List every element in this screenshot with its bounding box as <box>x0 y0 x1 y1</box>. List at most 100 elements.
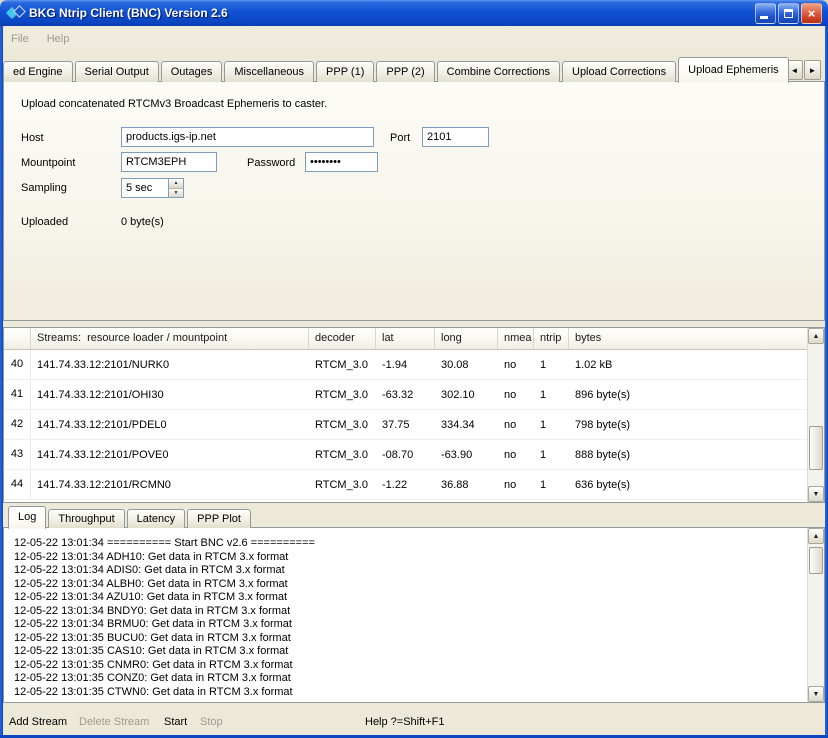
ntrip-cell: 1 <box>534 449 569 461</box>
lat-cell: -1.22 <box>376 479 435 491</box>
log-line: 12-05-22 13:01:34 BRMU0: Get data in RTC… <box>14 618 804 632</box>
header-long[interactable]: long <box>435 328 498 349</box>
app-icon <box>7 4 25 22</box>
log-line: 12-05-22 13:01:35 CONZ0: Get data in RTC… <box>14 672 804 686</box>
stream-cell: 141.74.33.12:2101/RCMN0 <box>31 479 309 491</box>
lat-cell: -1.94 <box>376 359 435 371</box>
tab-throughput[interactable]: Throughput <box>48 509 124 528</box>
tab-ppp-2[interactable]: PPP (2) <box>376 61 434 82</box>
tab-serial-output[interactable]: Serial Output <box>75 61 159 82</box>
menubar: File Help <box>3 28 825 50</box>
scrollbar-thumb[interactable] <box>809 547 823 574</box>
ntrip-cell: 1 <box>534 389 569 401</box>
table-row[interactable]: 40 141.74.33.12:2101/NURK0 RTCM_3.0 -1.9… <box>4 350 807 380</box>
tab-scroll-right-icon[interactable]: ► <box>804 60 821 80</box>
config-tabbar: ed Engine Serial Output Outages Miscella… <box>3 55 825 82</box>
table-row[interactable]: 42 141.74.33.12:2101/PDEL0 RTCM_3.0 37.7… <box>4 410 807 440</box>
header-ntrip[interactable]: ntrip <box>534 328 569 349</box>
tab-log[interactable]: Log <box>8 506 46 529</box>
add-stream-button[interactable]: Add Stream <box>9 710 67 735</box>
header-nmea[interactable]: nmea <box>498 328 534 349</box>
bytes-cell: 888 byte(s) <box>569 449 807 461</box>
streams-table: Streams: resource loader / mountpoint de… <box>3 327 825 503</box>
titlebar[interactable]: BKG Ntrip Client (BNC) Version 2.6 × <box>0 0 828 26</box>
host-label: Host <box>21 128 44 148</box>
sampling-value: 5 sec <box>122 179 168 197</box>
bytes-cell: 1.02 kB <box>569 359 807 371</box>
sampling-spinbox[interactable]: 5 sec ▲ ▼ <box>121 178 184 198</box>
bytes-cell: 798 byte(s) <box>569 419 807 431</box>
tab-miscellaneous[interactable]: Miscellaneous <box>224 61 314 82</box>
mountpoint-label: Mountpoint <box>21 153 75 173</box>
nmea-cell: no <box>498 359 534 371</box>
scroll-up-icon[interactable]: ▲ <box>808 328 824 344</box>
tab-upload-ephemeris[interactable]: Upload Ephemeris <box>678 57 789 83</box>
ntrip-cell: 1 <box>534 359 569 371</box>
long-cell: 30.08 <box>435 359 498 371</box>
decoder-cell: RTCM_3.0 <box>309 449 376 461</box>
ntrip-cell: 1 <box>534 479 569 491</box>
tab-ppp-plot[interactable]: PPP Plot <box>187 509 251 528</box>
start-button[interactable]: Start <box>164 710 187 735</box>
log-scrollbar[interactable]: ▲ ▼ <box>807 528 824 702</box>
header-streams[interactable]: Streams: resource loader / mountpoint <box>31 328 309 349</box>
tab-upload-corrections[interactable]: Upload Corrections <box>562 61 676 82</box>
header-lat[interactable]: lat <box>376 328 435 349</box>
log-line: 12-05-22 13:01:34 ADIS0: Get data in RTC… <box>14 564 804 578</box>
scrollbar-thumb[interactable] <box>809 426 823 470</box>
row-number: 43 <box>4 440 31 469</box>
spin-down-button[interactable]: ▼ <box>169 189 183 198</box>
scroll-down-icon[interactable]: ▼ <box>808 486 824 502</box>
table-row[interactable]: 41 141.74.33.12:2101/OHI30 RTCM_3.0 -63.… <box>4 380 807 410</box>
app-window: BKG Ntrip Client (BNC) Version 2.6 × Fil… <box>0 0 828 738</box>
stream-cell: 141.74.33.12:2101/PDEL0 <box>31 419 309 431</box>
mountpoint-input[interactable] <box>121 152 217 172</box>
nmea-cell: no <box>498 479 534 491</box>
lat-cell: 37.75 <box>376 419 435 431</box>
stream-cell: 141.74.33.12:2101/NURK0 <box>31 359 309 371</box>
delete-stream-button[interactable]: Delete Stream <box>79 710 149 735</box>
header-decoder[interactable]: decoder <box>309 328 376 349</box>
port-input[interactable] <box>422 127 489 147</box>
maximize-button[interactable] <box>778 3 799 24</box>
ntrip-cell: 1 <box>534 419 569 431</box>
log-line: 12-05-22 13:01:35 CTWN0: Get data in RTC… <box>14 686 804 700</box>
log-line: 12-05-22 13:01:34 AZU10: Get data in RTC… <box>14 591 804 605</box>
table-row[interactable]: 43 141.74.33.12:2101/POVE0 RTCM_3.0 -08.… <box>4 440 807 470</box>
close-button[interactable]: × <box>801 3 822 24</box>
header-bytes[interactable]: bytes <box>569 328 807 349</box>
stream-cell: 141.74.33.12:2101/POVE0 <box>31 449 309 461</box>
minimize-button[interactable] <box>755 3 776 24</box>
tab-outages[interactable]: Outages <box>161 61 223 82</box>
log-tabbar: Log Throughput Latency PPP Plot <box>3 505 825 528</box>
stop-button[interactable]: Stop <box>200 710 223 735</box>
spin-up-button[interactable]: ▲ <box>169 179 183 189</box>
decoder-cell: RTCM_3.0 <box>309 479 376 491</box>
tab-latency[interactable]: Latency <box>127 509 186 528</box>
tab-combine-corrections[interactable]: Combine Corrections <box>437 61 560 82</box>
table-row[interactable]: 44 141.74.33.12:2101/RCMN0 RTCM_3.0 -1.2… <box>4 470 807 500</box>
tab-ppp-1[interactable]: PPP (1) <box>316 61 374 82</box>
sampling-label: Sampling <box>21 178 67 198</box>
close-icon: × <box>808 7 816 20</box>
long-cell: 36.88 <box>435 479 498 491</box>
maximize-icon <box>784 9 793 18</box>
tab-feed-engine[interactable]: ed Engine <box>3 61 73 82</box>
window-controls: × <box>755 3 822 24</box>
streams-scrollbar[interactable]: ▲ ▼ <box>807 328 824 502</box>
chevron-up-icon: ▲ <box>174 180 179 186</box>
scroll-up-icon[interactable]: ▲ <box>808 528 824 544</box>
nmea-cell: no <box>498 419 534 431</box>
menu-file[interactable]: File <box>11 33 29 45</box>
streams-table-body: 40 141.74.33.12:2101/NURK0 RTCM_3.0 -1.9… <box>4 350 807 502</box>
password-input[interactable] <box>305 152 378 172</box>
log-line: 12-05-22 13:01:35 BUCU0: Get data in RTC… <box>14 632 804 646</box>
scroll-down-icon[interactable]: ▼ <box>808 686 824 702</box>
host-input[interactable] <box>121 127 374 147</box>
lat-cell: -63.32 <box>376 389 435 401</box>
log-line: 12-05-22 13:01:34 BNDY0: Get data in RTC… <box>14 605 804 619</box>
log-panel[interactable]: 12-05-22 13:01:34 ========== Start BNC v… <box>3 527 825 703</box>
chevron-down-icon: ▼ <box>174 190 179 196</box>
decoder-cell: RTCM_3.0 <box>309 419 376 431</box>
menu-help[interactable]: Help <box>47 33 70 45</box>
